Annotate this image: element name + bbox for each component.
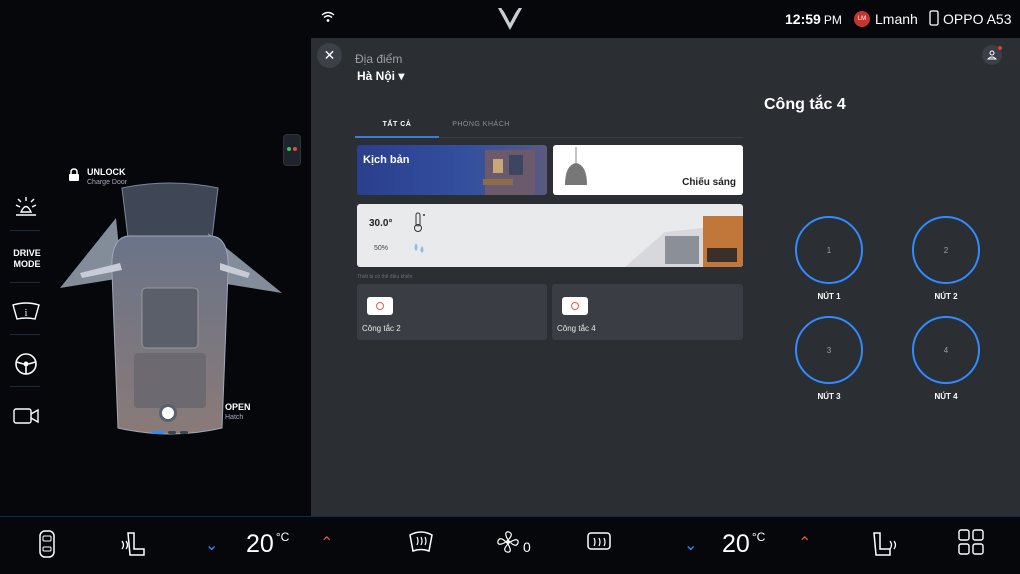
unlock-sublabel: Charge Door (87, 179, 128, 186)
user-name[interactable]: Lmanh (875, 11, 918, 27)
user-icon (987, 50, 997, 60)
right-temperature: 20 °C (722, 530, 766, 558)
button-4[interactable]: 4 (912, 316, 980, 384)
divider (10, 230, 40, 231)
climate-card[interactable]: 30.0° 50% (357, 204, 743, 267)
temperature-value: 30.0° (369, 218, 393, 229)
divider (10, 334, 40, 335)
seat-heat-left-icon[interactable] (120, 529, 148, 559)
notification-dot (998, 46, 1002, 50)
traffic-indicator (283, 134, 301, 166)
tab-all[interactable]: TẤT CẢ (355, 121, 439, 128)
climate-bar: ⌄ 20 °C ⌃ 0 ⌄ 20 °C ⌃ (0, 516, 1020, 574)
button-3-label: NÚT 3 (817, 392, 841, 401)
switch-icon (562, 297, 588, 315)
car-icon[interactable] (38, 529, 56, 559)
tab-active-indicator (355, 136, 439, 138)
close-button[interactable]: ✕ (317, 43, 342, 68)
windshield-info-icon[interactable]: i (10, 298, 42, 326)
right-temp-up-icon[interactable]: ⌃ (798, 533, 811, 553)
location-label: Địa điểm (355, 52, 403, 66)
svg-text:i: i (25, 308, 28, 319)
button-1[interactable]: 1 (795, 216, 863, 284)
button-4-label: NÚT 4 (934, 392, 958, 401)
fan-icon[interactable] (495, 529, 521, 555)
seat-heat-right-icon[interactable] (870, 529, 898, 559)
status-bar: 12:59 PM LM Lmanh OPPO A53 (0, 0, 1020, 38)
phone-icon (929, 10, 939, 26)
switch-card-2[interactable]: Công tắc 2 (357, 284, 547, 340)
button-2-label: NÚT 2 (934, 292, 958, 301)
page-indicator (152, 431, 188, 434)
humidity-icon (414, 243, 424, 253)
pendant-lamp-icon (565, 147, 587, 185)
light-icon[interactable] (10, 193, 42, 221)
apps-grid-icon[interactable] (958, 529, 984, 555)
switch-card-4-label: Công tắc 4 (557, 324, 596, 333)
close-icon: ✕ (323, 47, 336, 63)
right-temp-down-icon[interactable]: ⌄ (684, 535, 697, 555)
rear-defrost-icon[interactable] (585, 529, 613, 555)
detail-title: Công tắc 4 (764, 96, 846, 113)
lock-icon[interactable] (68, 168, 80, 182)
button-2[interactable]: 2 (912, 216, 980, 284)
avatar[interactable]: LM (854, 11, 870, 27)
fan-speed-value: 0 (523, 539, 531, 555)
steering-wheel-icon[interactable] (10, 350, 42, 378)
divider (10, 282, 40, 283)
user-settings-button[interactable] (982, 45, 1002, 65)
button-1-label: NÚT 1 (817, 292, 841, 301)
left-temperature: 20 °C (246, 530, 290, 558)
car-image (60, 182, 282, 435)
scenario-card[interactable]: Kịch bản (357, 145, 547, 195)
smart-home-panel: ✕ Địa điểm Hà Nội ▾ TẤT CẢ PHÒNG KHÁCH K… (311, 38, 1020, 516)
scenario-title: Kịch bản (363, 154, 410, 166)
drive-mode-button[interactable]: DRIVE MODE (8, 248, 46, 270)
phone-name[interactable]: OPPO A53 (943, 11, 1011, 27)
humidity-value: 50% (374, 245, 389, 252)
wifi-icon (321, 11, 335, 22)
unlock-label[interactable]: UNLOCK (87, 167, 126, 177)
devices-caption: Thiết bị có thể điều khiển (357, 274, 413, 280)
house-illustration (625, 216, 743, 267)
clock: 12:59 PM (785, 11, 842, 27)
camera-icon[interactable] (10, 402, 42, 430)
open-label[interactable]: OPEN (225, 402, 251, 412)
thermometer-icon (414, 212, 425, 232)
switch-icon (367, 297, 393, 315)
lighting-card[interactable]: Chiếu sáng (553, 145, 743, 195)
switch-card-2-label: Công tắc 2 (362, 324, 401, 333)
open-sublabel: Hatch (225, 414, 244, 421)
tab-living-room[interactable]: PHÒNG KHÁCH (439, 121, 523, 128)
left-temp-up-icon[interactable]: ⌃ (320, 533, 333, 553)
left-temp-down-icon[interactable]: ⌄ (205, 535, 218, 555)
chevron-down-icon: ▾ (398, 69, 405, 83)
hatch-open-button[interactable] (159, 404, 177, 422)
switch-card-4[interactable]: Công tắc 4 (552, 284, 743, 340)
lighting-title: Chiếu sáng (682, 177, 736, 188)
divider (10, 386, 40, 387)
button-3[interactable]: 3 (795, 316, 863, 384)
room-illustration (483, 150, 535, 195)
vehicle-panel: DRIVE MODE i UNLOCK Charge Door OPEN Hat… (0, 38, 310, 516)
vinfast-logo (498, 7, 522, 30)
front-defrost-icon[interactable] (407, 529, 435, 555)
location-dropdown[interactable]: Hà Nội ▾ (357, 69, 404, 83)
